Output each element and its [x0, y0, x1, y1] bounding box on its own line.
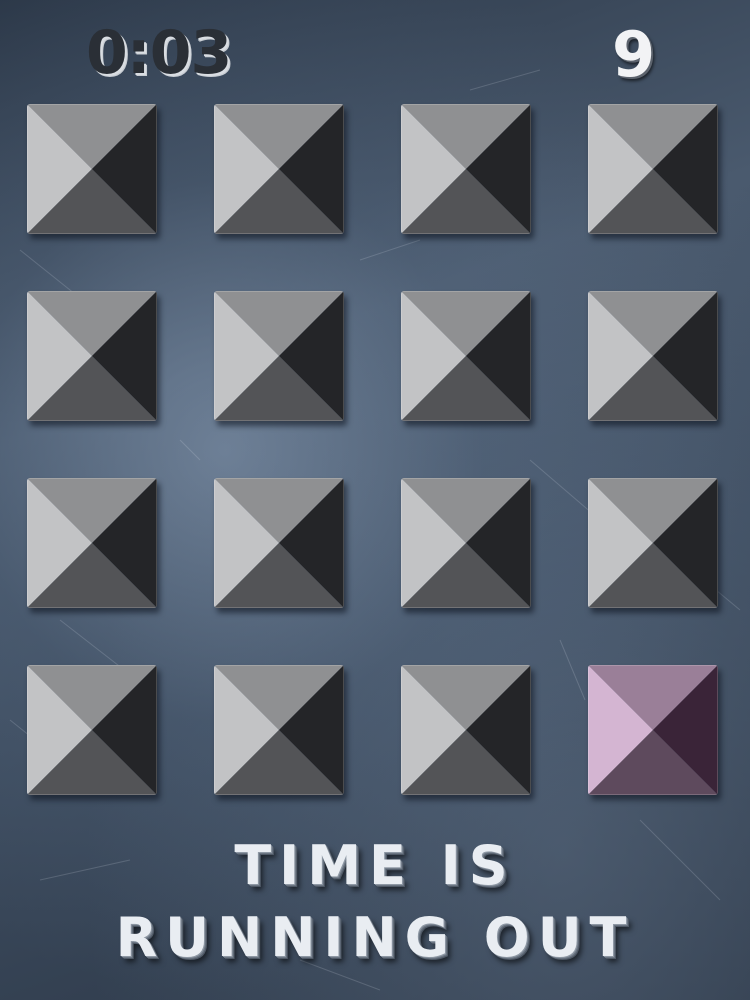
tile-r4-c1[interactable]: [27, 665, 157, 795]
pyramid-tile-graphic: [401, 665, 531, 795]
hud: 0:03 9: [0, 14, 750, 94]
tile-r3-c3[interactable]: [401, 478, 531, 608]
pyramid-tile-graphic: [588, 478, 718, 608]
tile-r1-c3[interactable]: [401, 104, 531, 234]
tile-r3-c4[interactable]: [588, 478, 718, 608]
pyramid-tile-graphic: [588, 291, 718, 421]
tile-r4-c3[interactable]: [401, 665, 531, 795]
timer: 0:03: [86, 18, 232, 88]
pyramid-tile-graphic: [401, 291, 531, 421]
pyramid-tile-graphic: [214, 478, 344, 608]
tile-r1-c4[interactable]: [588, 104, 718, 234]
tile-r3-c2[interactable]: [214, 478, 344, 608]
pyramid-tile-graphic: [588, 104, 718, 234]
pyramid-tile-graphic: [27, 291, 157, 421]
pyramid-tile-graphic: [588, 665, 718, 795]
tile-r1-c2[interactable]: [214, 104, 344, 234]
pyramid-tile-graphic: [214, 665, 344, 795]
pyramid-tile-graphic: [27, 478, 157, 608]
tile-r2-c3[interactable]: [401, 291, 531, 421]
tile-r2-c4[interactable]: [588, 291, 718, 421]
status-message: TIME IS RUNNING OUT: [0, 830, 750, 974]
score: 9: [612, 18, 656, 91]
tile-grid: [27, 104, 719, 796]
pyramid-tile-graphic: [27, 104, 157, 234]
status-message-line-2: RUNNING OUT: [115, 906, 635, 969]
tile-r4-c2[interactable]: [214, 665, 344, 795]
pyramid-tile-graphic: [27, 665, 157, 795]
tile-r2-c2[interactable]: [214, 291, 344, 421]
status-message-line-1: TIME IS: [234, 834, 516, 897]
pyramid-tile-graphic: [214, 104, 344, 234]
pyramid-tile-graphic: [401, 478, 531, 608]
target-tile[interactable]: [588, 665, 718, 795]
pyramid-tile-graphic: [214, 291, 344, 421]
pyramid-tile-graphic: [401, 104, 531, 234]
tile-r1-c1[interactable]: [27, 104, 157, 234]
tile-r2-c1[interactable]: [27, 291, 157, 421]
tile-r3-c1[interactable]: [27, 478, 157, 608]
